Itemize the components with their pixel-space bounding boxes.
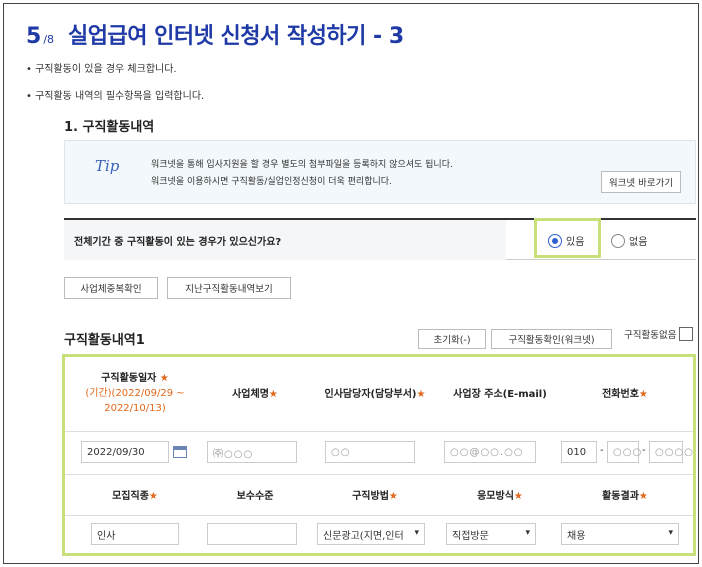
worknet-shortcut-button[interactable]: 워크넷 바로가기	[601, 171, 681, 193]
row-divider	[65, 431, 693, 432]
page-title: 5 /8 실업급여 인터넷 신청서 작성하기 - 3	[26, 18, 404, 50]
activity-title: 구직활동내역1	[64, 333, 145, 348]
address-input[interactable]: ○○@○○.○○	[444, 441, 536, 463]
row-divider	[65, 474, 693, 475]
company-input[interactable]: ㈜○○○	[207, 441, 297, 463]
header-result: 활동결과★	[602, 491, 648, 502]
tip-line-2: 워크넷을 이용하시면 구직활동/실업인정신청이 더욱 편리합니다.	[151, 177, 392, 187]
past-activity-view-button[interactable]: 지난구직활동내역보기	[167, 277, 291, 299]
header-date-label: 구직활동일자	[101, 373, 157, 384]
header-manager: 인사담당자(담당부서)★	[324, 389, 426, 400]
header-address-label: 사업장 주소(E-mail)	[453, 389, 547, 400]
note-2: • 구직활동 내역의 필수항목을 입력합니다.	[26, 91, 205, 102]
tip-label: Tip	[95, 157, 120, 175]
radio-highlight	[534, 218, 601, 258]
phone-input-2[interactable]: ○○○	[607, 441, 641, 463]
header-date-range: (기간)(2022/09/29 ~ 2022/10/13)	[85, 388, 185, 414]
chevron-down-icon: ▾	[525, 528, 530, 538]
header-apply: 응모방식★	[477, 491, 523, 502]
activity-confirm-worknet-button[interactable]: 구직활동확인(워크넷)	[491, 329, 612, 349]
tip-box: Tip 워크넷을 통해 입사지원을 할 경우 별도의 첨부파일을 등록하지 않으…	[64, 140, 696, 204]
radio-no-label: 없음	[629, 237, 648, 248]
step-number: 5	[26, 24, 42, 49]
header-job: 모집직종★	[112, 491, 158, 502]
radio-no-circle[interactable]	[611, 233, 625, 248]
calendar-icon[interactable]	[173, 446, 187, 458]
header-phone-label: 전화번호	[602, 389, 639, 400]
header-phone: 전화번호★	[602, 389, 648, 400]
header-method-label: 구직방법	[352, 491, 389, 502]
manager-input[interactable]: ○○	[325, 441, 415, 463]
apply-select[interactable]: 직접방문 ▾	[446, 523, 536, 545]
section-title: 1. 구직활동내역	[64, 120, 155, 135]
reset-button[interactable]: 초기화(-)	[418, 329, 486, 349]
header-salary: 보수수준	[202, 489, 308, 504]
title-text: 실업급여 인터넷 신청서 작성하기 - 3	[68, 24, 404, 49]
header-method: 구직방법★	[352, 491, 398, 502]
company-dup-check-button[interactable]: 사업체중복확인	[64, 277, 158, 299]
method-select[interactable]: 신문광고(지면,인터 ▾	[317, 523, 425, 545]
step-total: /8	[43, 33, 55, 46]
question-label: 전체기간 중 구직활동이 있는 경우가 있으신가요?	[64, 220, 506, 260]
result-select-value: 채용	[567, 530, 586, 542]
header-date: 구직활동일자 ★ (기간)(2022/09/29 ~ 2022/10/13)	[85, 373, 185, 414]
header-company-label: 사업체명	[232, 389, 269, 400]
result-select[interactable]: 채용 ▾	[561, 523, 679, 545]
activity-table: 구직활동일자 ★ (기간)(2022/09/29 ~ 2022/10/13) 사…	[62, 354, 696, 556]
activity-question-row: 전체기간 중 구직활동이 있는 경우가 있으신가요? 있음 없음	[64, 218, 696, 260]
phone-dash-2: -	[642, 445, 646, 456]
no-activity-label: 구직활동없음	[624, 330, 677, 341]
page-frame: 5 /8 실업급여 인터넷 신청서 작성하기 - 3 • 구직활동이 있을 경우…	[3, 3, 699, 564]
header-salary-label: 보수수준	[236, 491, 274, 502]
header-result-label: 활동결과	[602, 491, 639, 502]
header-address: 사업장 주소(E-mail)	[441, 387, 559, 402]
chevron-down-icon: ▾	[668, 528, 673, 538]
phone-input-3[interactable]: ○○○○	[649, 441, 693, 463]
note-1: • 구직활동이 있을 경우 체크합니다.	[26, 64, 177, 75]
chevron-down-icon: ▾	[414, 528, 419, 538]
header-job-label: 모집직종	[112, 491, 149, 502]
phone-input-1[interactable]: 010	[561, 441, 597, 463]
apply-select-value: 직접방문	[452, 530, 489, 542]
phone-dash-1: -	[600, 445, 604, 456]
header-manager-label: 인사담당자(담당부서)	[324, 389, 417, 400]
date-input[interactable]: 2022/09/30	[81, 441, 169, 463]
tip-line-1: 워크넷을 통해 입사지원을 할 경우 별도의 첨부파일을 등록하지 않으셔도 됩…	[151, 160, 453, 170]
no-activity-checkbox[interactable]	[679, 327, 693, 341]
method-select-value: 신문광고(지면,인터	[323, 530, 404, 542]
header-apply-label: 응모방식	[477, 491, 514, 502]
radio-no[interactable]: 없음	[611, 233, 647, 248]
salary-input[interactable]	[207, 523, 297, 545]
row-divider	[65, 515, 693, 516]
job-input[interactable]: 인사	[91, 523, 179, 545]
header-company: 사업체명★	[232, 389, 278, 400]
